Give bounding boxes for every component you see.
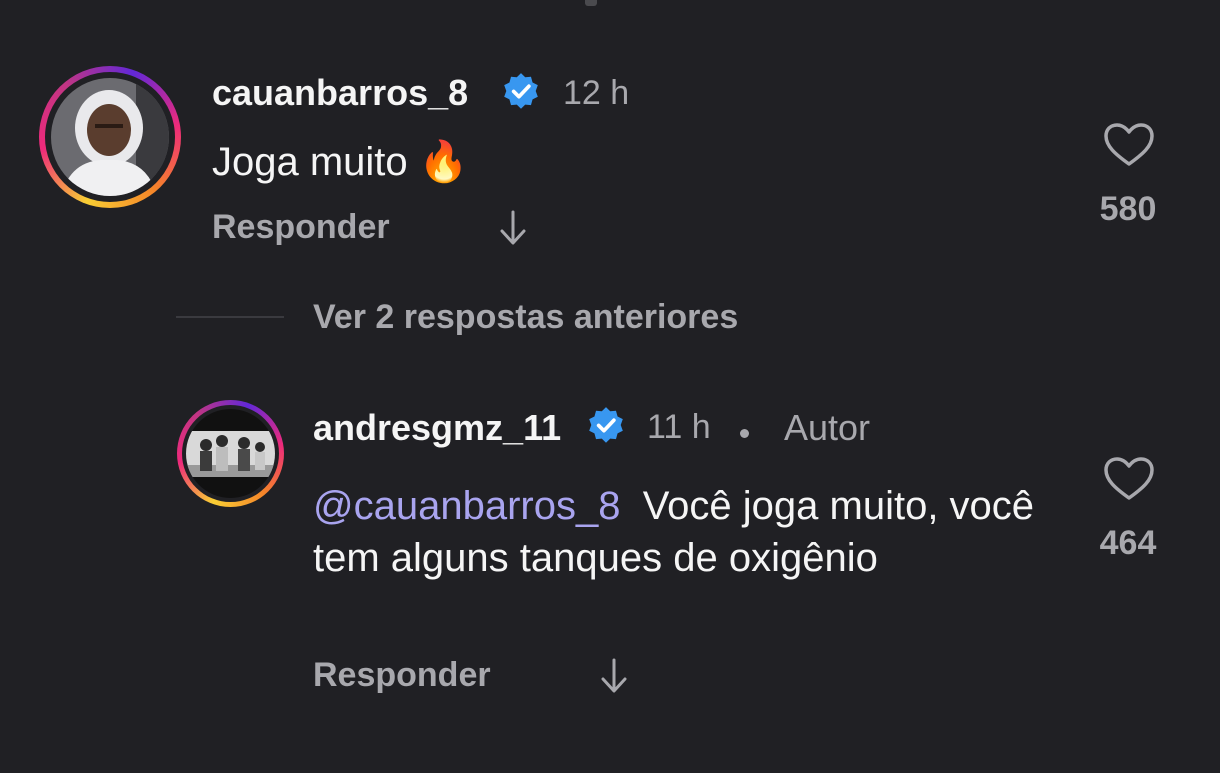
avatar-photo bbox=[186, 409, 275, 498]
reply-username[interactable]: andresgmz_11 bbox=[313, 407, 561, 449]
avatar[interactable] bbox=[51, 78, 169, 196]
comment-time: 12 h bbox=[563, 74, 630, 112]
author-badge: Autor bbox=[784, 407, 871, 448]
comment-item: cauanbarros_8 12 h Joga muito 🔥 Responde… bbox=[0, 0, 1220, 260]
view-previous-replies-button[interactable]: Ver 2 respostas anteriores bbox=[313, 298, 738, 337]
reply-time: 11 h bbox=[647, 408, 711, 446]
verified-badge-icon bbox=[589, 407, 623, 443]
heart-outline-icon[interactable] bbox=[1103, 122, 1155, 168]
separator-dot bbox=[740, 429, 749, 438]
reply-button[interactable]: Responder bbox=[313, 656, 491, 695]
like-count: 464 bbox=[1099, 524, 1157, 562]
comment-text: Joga muito 🔥 bbox=[212, 140, 469, 184]
heart-outline-icon[interactable] bbox=[1103, 456, 1155, 502]
avatar[interactable] bbox=[186, 409, 275, 498]
mention-link[interactable]: @cauanbarros_8 bbox=[313, 484, 620, 528]
verified-badge-icon bbox=[504, 73, 538, 109]
avatar-photo bbox=[51, 78, 169, 196]
replies-divider bbox=[176, 316, 284, 318]
reply-text: @cauanbarros_8 Você joga muito, você tem… bbox=[313, 480, 1053, 584]
comment-username[interactable]: cauanbarros_8 bbox=[212, 72, 468, 114]
like-count: 580 bbox=[1099, 190, 1157, 228]
reply-item: andresgmz_11 11 h Autor @cauanbarros_8 V… bbox=[0, 380, 1220, 773]
arrow-down-icon[interactable] bbox=[498, 210, 528, 246]
reply-button[interactable]: Responder bbox=[212, 208, 390, 247]
arrow-down-icon[interactable] bbox=[599, 658, 629, 694]
